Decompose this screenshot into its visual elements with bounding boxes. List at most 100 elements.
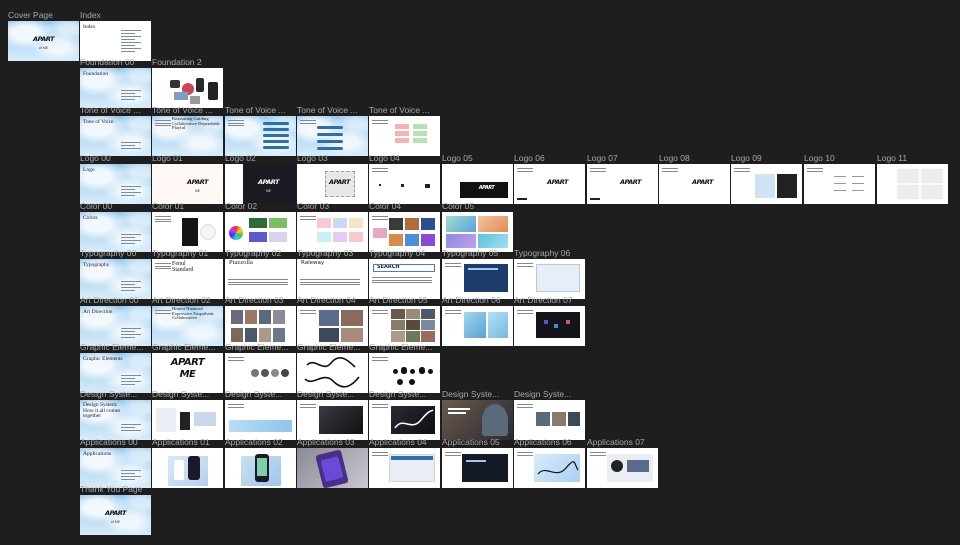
frame-label[interactable]: Design Syste... [442,389,499,399]
frame-logo-06[interactable]: Logo 06 APART [514,153,585,204]
frame-label[interactable]: Logo 10 [804,153,835,163]
frame-art-07[interactable]: Art Direction 07 [514,295,585,346]
frame-label[interactable]: Tone of Voice ... [297,105,357,115]
frame-graphic-02[interactable]: Graphic Eleme... [225,342,296,393]
frame-label[interactable]: Design Syste... [297,389,354,399]
frame-label[interactable]: Logo 02 [225,153,256,163]
frame-label[interactable]: Logo 03 [297,153,328,163]
frame-tone-02[interactable]: Tone of Voice ... [225,105,296,156]
frame-label[interactable]: Applications 03 [297,437,355,447]
frame-label[interactable]: Foundation 2 [152,57,202,67]
frame-color-02[interactable]: Color 02 [225,201,296,252]
frame-typo-02[interactable]: Typography 02 Piazzolla [225,248,296,299]
frame-label[interactable]: Design Syste... [514,389,571,399]
frame-label[interactable]: Index [80,10,101,20]
frame-art-00[interactable]: Art Direction 00 Art Direction [80,295,151,346]
frame-color-03[interactable]: Color 03 [297,201,368,252]
frame-foundation-00[interactable]: Foundation 00 Foundation [80,57,151,108]
frame-label[interactable]: Typography 04 [369,248,425,258]
frame-label[interactable]: Graphic Eleme... [225,342,288,352]
frame-label[interactable]: Logo 08 [659,153,690,163]
frame-label[interactable]: Logo 00 [80,153,111,163]
frame-label[interactable]: Applications 06 [514,437,572,447]
frame-label[interactable]: Typography 03 [297,248,353,258]
frame-label[interactable]: Color 03 [297,201,329,211]
frame-art-05[interactable]: Art Direction 05 [369,295,440,346]
frame-label[interactable]: Graphic Eleme... [80,342,143,352]
frame-label[interactable]: Color 00 [80,201,112,211]
frame-graphic-01[interactable]: Graphic Eleme... APART ME [152,342,223,393]
frame-art-03[interactable]: Art Direction 03 [225,295,296,346]
frame-app-06[interactable]: Applications 06 [514,437,585,488]
frame-label[interactable]: Cover Page [8,10,53,20]
frame-typo-06[interactable]: Typography 06 [514,248,585,299]
frame-label[interactable]: Tone of Voice ... [152,105,212,115]
frame-typo-03[interactable]: Typography 03 Raleway [297,248,368,299]
frame-art-02[interactable]: Art Direction 02 Honest Nuanced Expressi… [152,295,223,346]
frame-label[interactable]: Foundation 00 [80,57,134,67]
frame-logo-05[interactable]: Logo 05 APART [442,153,513,204]
frame-typo-01[interactable]: Typography 01 Fenul Standard [152,248,223,299]
frame-label[interactable]: Design Syste... [152,389,209,399]
frame-color-04[interactable]: Color 04 [369,201,440,252]
frame-logo-08[interactable]: Logo 08 APART [659,153,730,204]
frame-logo-04[interactable]: Logo 04 [369,153,440,204]
frame-label[interactable]: Applications 04 [369,437,427,447]
frame-label[interactable]: Applications 07 [587,437,645,447]
frame-label[interactable]: Design Syste... [369,389,426,399]
figma-canvas[interactable]: Cover Page APART of ME Index Index Found… [0,0,960,545]
frame-color-01[interactable]: Color 01 [152,201,223,252]
frame-index[interactable]: Index Index [80,10,151,61]
frame-typo-04[interactable]: Typography 04 SEARCH [369,248,440,299]
frame-tone-01[interactable]: Tone of Voice ... Reassuring Guiding Col… [152,105,223,156]
frame-logo-11[interactable]: Logo 11 [877,153,948,204]
frame-label[interactable]: Art Direction 03 [225,295,284,305]
frame-label[interactable]: Typography 05 [442,248,498,258]
frame-app-01[interactable]: Applications 01 [152,437,223,488]
frame-label[interactable]: Color 05 [442,201,474,211]
frame-label[interactable]: Art Direction 05 [369,295,428,305]
frame-label[interactable]: Art Direction 04 [297,295,356,305]
frame-design-01[interactable]: Design Syste... [152,389,223,440]
frame-graphic-04[interactable]: Graphic Eleme... [369,342,440,393]
frame-cover-page[interactable]: Cover Page APART of ME [8,10,79,61]
frame-app-05[interactable]: Applications 05 [442,437,513,488]
frame-label[interactable]: Design Syste... [225,389,282,399]
frame-label[interactable]: Color 01 [152,201,184,211]
frame-label[interactable]: Tone of Voice ... [80,105,140,115]
frame-label[interactable]: Color 02 [225,201,257,211]
frame-tone-04[interactable]: Tone of Voice ... [369,105,440,156]
frame-foundation-2[interactable]: Foundation 2 [152,57,223,108]
frame-label[interactable]: Design Syste... [80,389,137,399]
frame-logo-00[interactable]: Logo 00 Logo [80,153,151,204]
frame-label[interactable]: Logo 05 [442,153,473,163]
frame-design-06[interactable]: Design Syste... [514,389,585,440]
frame-logo-10[interactable]: Logo 10 [804,153,875,204]
frame-design-02[interactable]: Design Syste... [225,389,296,440]
frame-label[interactable]: Typography 01 [152,248,208,258]
frame-label[interactable]: Logo 11 [877,153,907,163]
frame-thank-you[interactable]: Thank You Page APART of ME [80,484,151,535]
frame-label[interactable]: Tone of Voice ... [225,105,285,115]
frame-logo-01[interactable]: Logo 01 APART ME [152,153,223,204]
frame-app-03[interactable]: Applications 03 [297,437,368,488]
frame-design-03[interactable]: Design Syste... [297,389,368,440]
frame-color-05[interactable]: Color 05 [442,201,513,252]
frame-logo-09[interactable]: Logo 09 [731,153,802,204]
frame-label[interactable]: Typography 06 [514,248,570,258]
frame-label[interactable]: Logo 04 [369,153,400,163]
frame-design-04[interactable]: Design Syste... [369,389,440,440]
frame-label[interactable]: Thank You Page [80,484,142,494]
frame-label[interactable]: Art Direction 00 [80,295,139,305]
frame-label[interactable]: Graphic Eleme... [369,342,432,352]
frame-typo-00[interactable]: Typography 00 Typography [80,248,151,299]
frame-color-00[interactable]: Color 00 Colors [80,201,151,252]
frame-app-04[interactable]: Applications 04 [369,437,440,488]
frame-tone-00[interactable]: Tone of Voice ... Tone of Voice [80,105,151,156]
frame-label[interactable]: Typography 02 [225,248,281,258]
frame-tone-03[interactable]: Tone of Voice ... [297,105,368,156]
frame-label[interactable]: Logo 07 [587,153,618,163]
frame-label[interactable]: Logo 01 [152,153,183,163]
frame-typo-05[interactable]: Typography 05 [442,248,513,299]
frame-label[interactable]: Graphic Eleme... [152,342,215,352]
